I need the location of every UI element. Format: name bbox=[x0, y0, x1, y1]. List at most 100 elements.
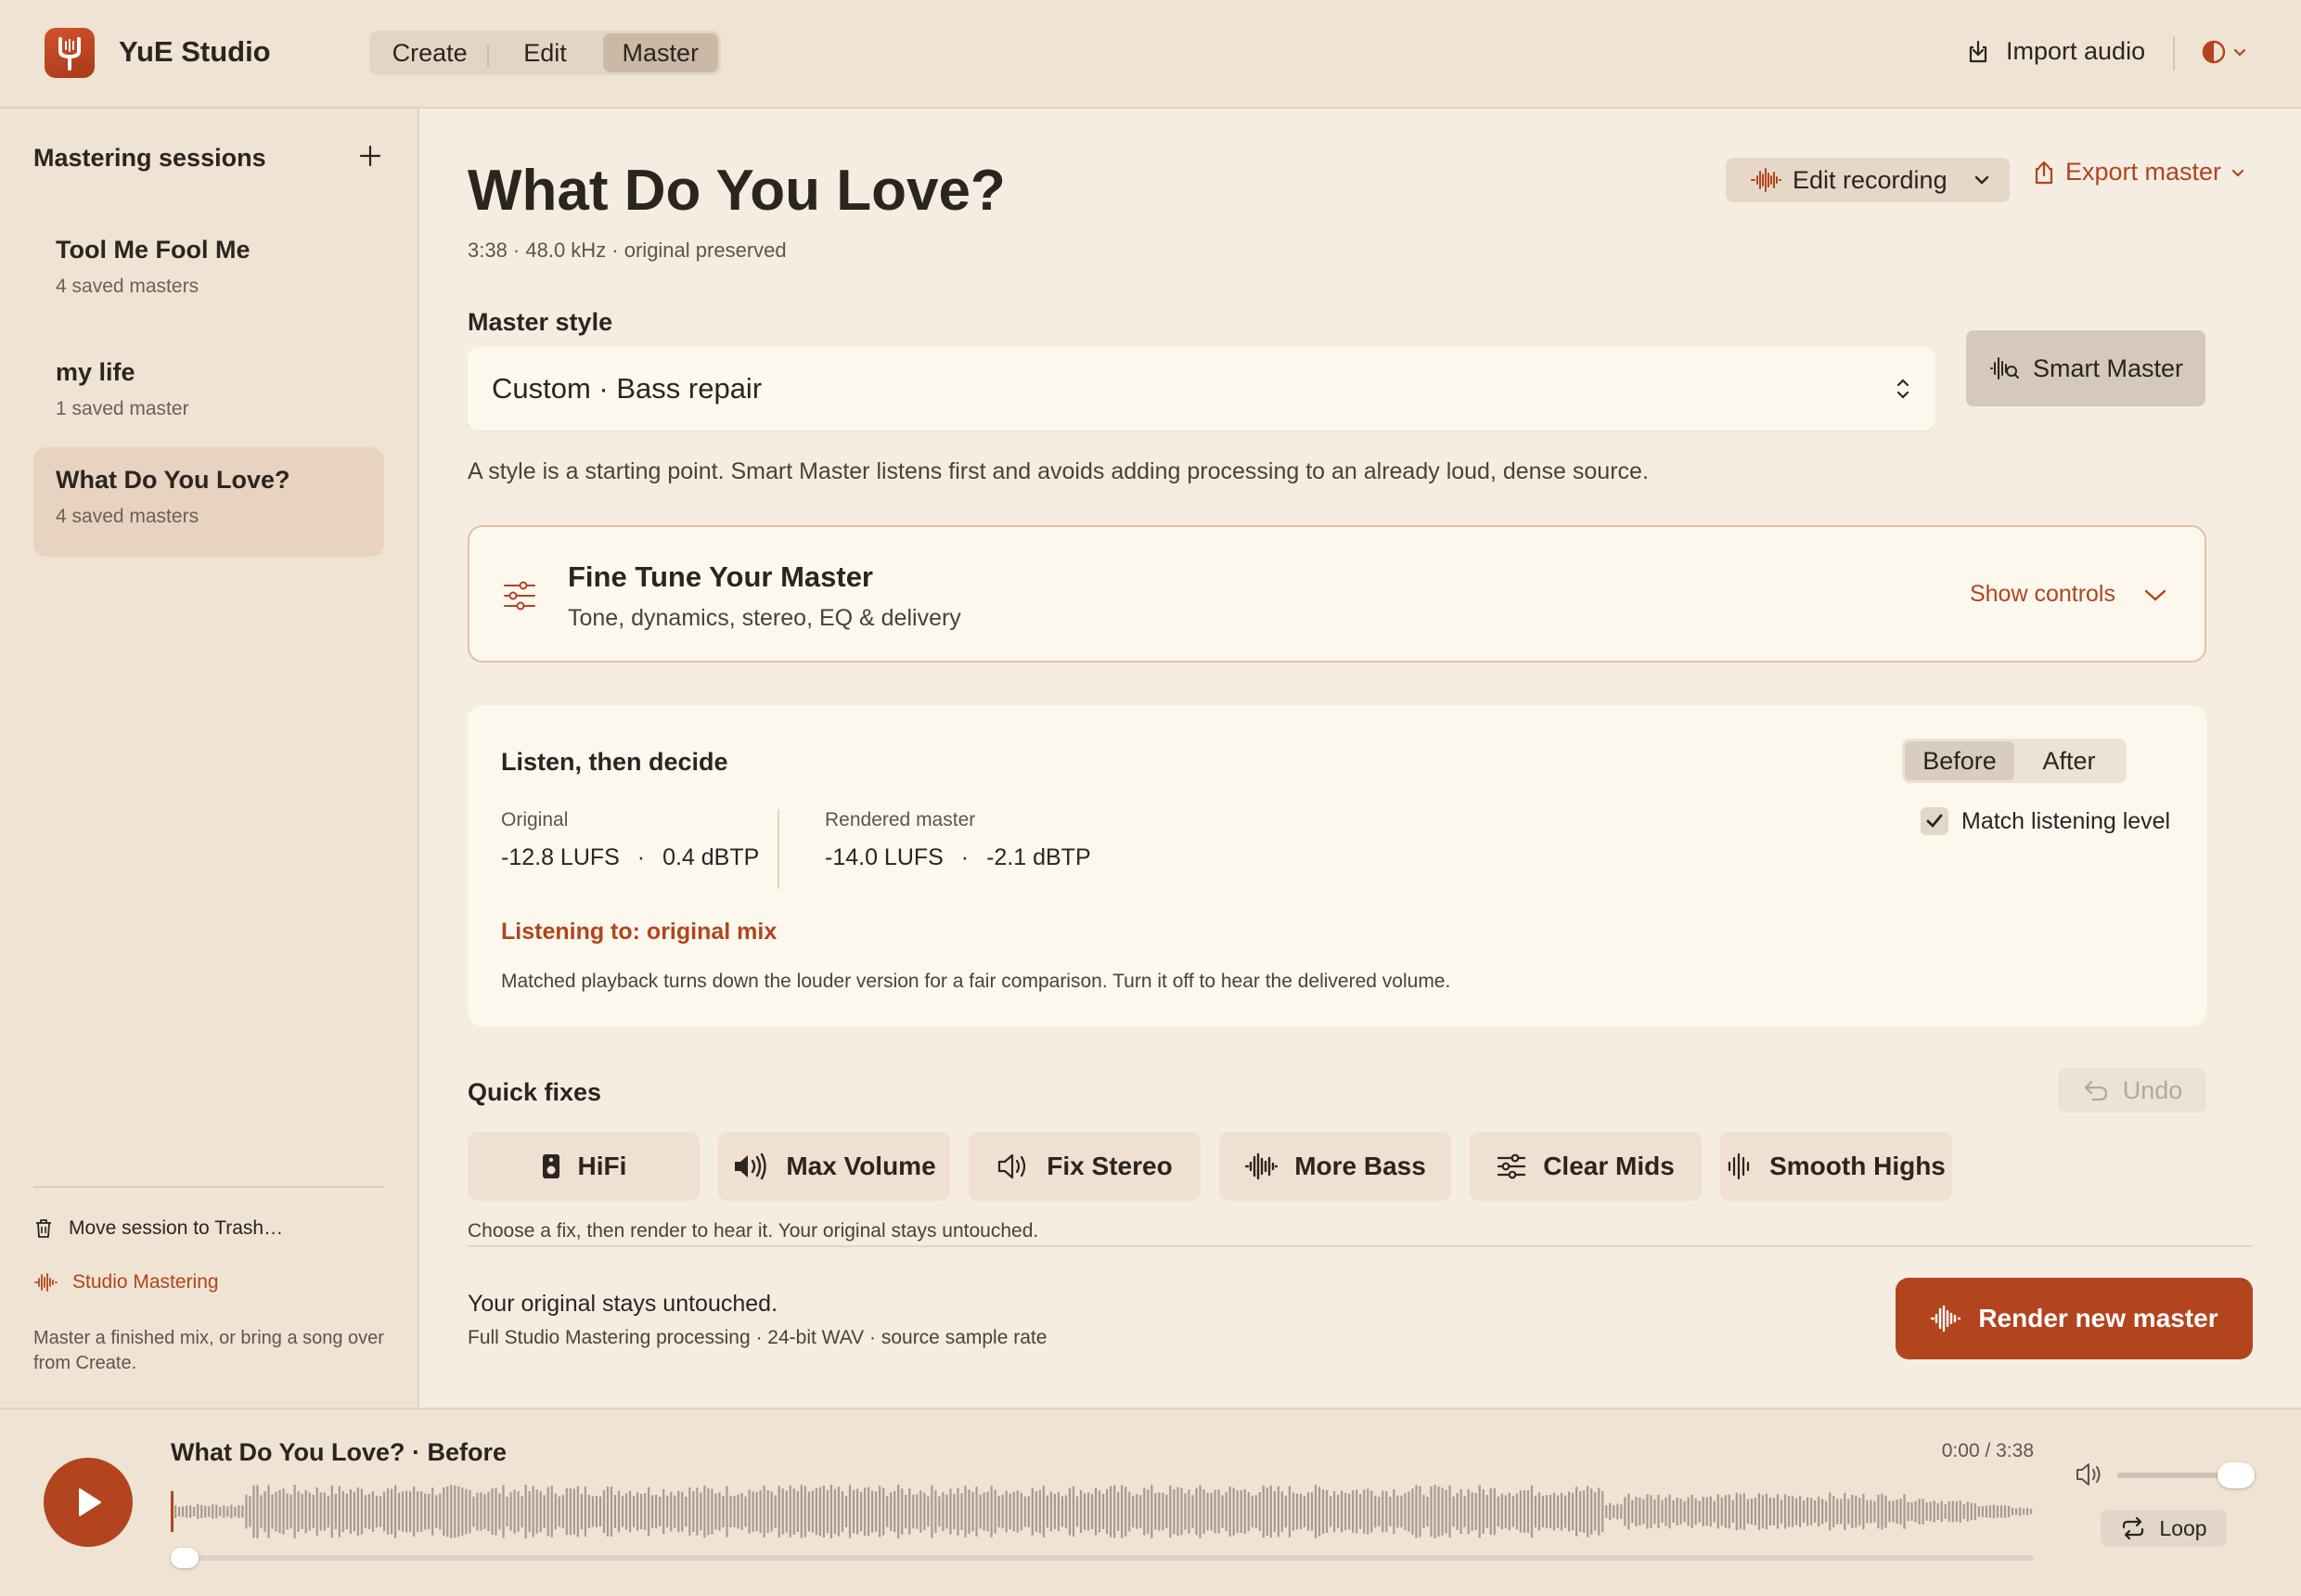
app-title: YuE Studio bbox=[119, 35, 271, 68]
tab-edit[interactable]: Edit bbox=[487, 33, 602, 72]
waveform-bar bbox=[1873, 1500, 1876, 1523]
waveform-bar bbox=[1716, 1494, 1719, 1529]
waveform-bar bbox=[2029, 1509, 2033, 1514]
edit-recording-button[interactable]: Edit recording bbox=[1726, 158, 2010, 202]
waveform-bar bbox=[1090, 1493, 1094, 1530]
tab-create[interactable]: Create bbox=[372, 33, 487, 72]
waveform-bar bbox=[1650, 1495, 1652, 1528]
topbar-divider bbox=[2173, 37, 2175, 71]
waveform-bar bbox=[308, 1492, 311, 1531]
smart-master-button[interactable]: Smart Master bbox=[1966, 330, 2205, 406]
waveform-bar bbox=[1422, 1494, 1425, 1529]
waveform-bar bbox=[454, 1485, 456, 1538]
waveform-bar bbox=[1519, 1490, 1522, 1533]
waveform-bar bbox=[1970, 1502, 1973, 1521]
master-style-select[interactable]: Custom · Bass repair bbox=[468, 347, 1935, 431]
export-master-button[interactable]: Export master bbox=[2032, 158, 2245, 187]
smooth-highs-button[interactable]: Smooth Highs bbox=[1720, 1132, 1952, 1201]
waveform-bar bbox=[752, 1491, 754, 1532]
waveform-bar bbox=[774, 1495, 777, 1528]
scrub-track[interactable] bbox=[171, 1555, 2034, 1561]
waveform-bar bbox=[1836, 1499, 1839, 1525]
waveform-bar bbox=[1639, 1497, 1641, 1526]
waveform-bar bbox=[1616, 1503, 1619, 1520]
waveform-bar bbox=[1356, 1489, 1358, 1534]
separator-dot: · bbox=[960, 844, 970, 870]
tab-master[interactable]: Master bbox=[602, 33, 718, 72]
clear-mids-button[interactable]: Clear Mids bbox=[1470, 1132, 1702, 1201]
show-controls-button[interactable]: Show controls bbox=[1970, 581, 2167, 608]
waveform-bar bbox=[431, 1487, 434, 1536]
waveform-bar bbox=[1720, 1497, 1723, 1526]
waveform-bar bbox=[591, 1496, 595, 1527]
fix-stereo-button[interactable]: Fix Stereo bbox=[969, 1132, 1201, 1201]
match-level-toggle[interactable]: Match listening level bbox=[1921, 807, 2170, 835]
master-style-value: Custom · Bass repair bbox=[492, 372, 763, 405]
waveform-bar bbox=[405, 1490, 408, 1533]
waveform-bar bbox=[685, 1496, 688, 1527]
sidebar-item-session[interactable]: my life 1 saved master bbox=[33, 340, 384, 449]
waveform-bar bbox=[1977, 1506, 1980, 1517]
waveform-bar bbox=[182, 1506, 185, 1517]
waveform[interactable] bbox=[171, 1478, 2034, 1545]
waveform-bar bbox=[2007, 1505, 2011, 1518]
waveform-bar bbox=[472, 1496, 475, 1527]
waveform-bar bbox=[617, 1490, 621, 1533]
waveform-bar bbox=[1757, 1493, 1761, 1530]
waveform-bar bbox=[1430, 1487, 1433, 1537]
waveform-bar bbox=[908, 1488, 911, 1535]
fine-tune-card[interactable]: Fine Tune Your Master Tone, dynamics, st… bbox=[468, 525, 2206, 663]
playhead bbox=[171, 1491, 174, 1532]
chevron-down-icon bbox=[2232, 45, 2247, 59]
waveform-bar bbox=[1821, 1499, 1824, 1525]
more-bass-button[interactable]: More Bass bbox=[1219, 1132, 1451, 1201]
theme-toggle-button[interactable] bbox=[2201, 39, 2247, 65]
session-name: What Do You Love? bbox=[56, 466, 290, 494]
render-new-master-button[interactable]: Render new master bbox=[1896, 1278, 2253, 1359]
waveform-bar bbox=[994, 1489, 996, 1534]
waveform-bar bbox=[997, 1495, 1000, 1528]
waveform-bar bbox=[1523, 1490, 1526, 1533]
before-option[interactable]: Before bbox=[1905, 741, 2014, 780]
waveform-bar bbox=[1858, 1498, 1861, 1525]
waveform-bar bbox=[1780, 1499, 1783, 1524]
import-icon bbox=[1965, 39, 1991, 65]
play-icon bbox=[79, 1488, 101, 1516]
waveform-bar bbox=[1489, 1488, 1492, 1535]
waveform-bar bbox=[364, 1495, 367, 1528]
waveform-bar bbox=[1053, 1494, 1056, 1529]
waveform-bar bbox=[1511, 1496, 1514, 1527]
fine-tune-subtitle: Tone, dynamics, stereo, EQ & delivery bbox=[568, 605, 961, 631]
studio-mastering-link[interactable]: Studio Mastering bbox=[33, 1271, 219, 1294]
import-audio-button[interactable]: Import audio bbox=[1965, 37, 2145, 66]
waveform-bar bbox=[803, 1486, 806, 1538]
undo-icon bbox=[2082, 1078, 2110, 1102]
max-volume-button[interactable]: Max Volume bbox=[718, 1132, 950, 1201]
waveform-bar bbox=[1761, 1495, 1765, 1528]
after-option[interactable]: After bbox=[2014, 741, 2124, 780]
volume-handle[interactable] bbox=[2217, 1462, 2255, 1488]
waveform-bar bbox=[572, 1488, 575, 1535]
move-to-trash-button[interactable]: Move session to Trash… bbox=[33, 1217, 283, 1240]
updown-chevron-icon bbox=[1895, 377, 1911, 401]
sidebar-item-session-active[interactable]: What Do You Love? 4 saved masters bbox=[33, 447, 384, 557]
waveform-bar bbox=[800, 1485, 803, 1538]
waveform-bar bbox=[524, 1485, 527, 1538]
waveform-bar bbox=[341, 1490, 344, 1533]
add-session-button[interactable] bbox=[356, 142, 384, 170]
scrub-handle[interactable] bbox=[171, 1548, 199, 1568]
volume-icon[interactable] bbox=[2075, 1461, 2106, 1487]
waveform-bar bbox=[1705, 1497, 1708, 1526]
loop-button[interactable]: Loop bbox=[2101, 1510, 2227, 1547]
sidebar-item-session[interactable]: Tool Me Fool Me 4 saved masters bbox=[33, 217, 384, 327]
match-level-checkbox[interactable] bbox=[1921, 807, 1948, 835]
waveform-bar bbox=[1598, 1487, 1600, 1536]
play-button[interactable] bbox=[44, 1458, 133, 1547]
waveform-bar bbox=[867, 1487, 870, 1537]
waveform-bar bbox=[613, 1495, 617, 1528]
waveform-icon bbox=[1750, 167, 1781, 193]
waveform-bar bbox=[931, 1485, 933, 1538]
hifi-button[interactable]: HiFi bbox=[468, 1132, 700, 1201]
undo-button[interactable]: Undo bbox=[2058, 1068, 2206, 1113]
waveform-bar bbox=[610, 1486, 613, 1538]
